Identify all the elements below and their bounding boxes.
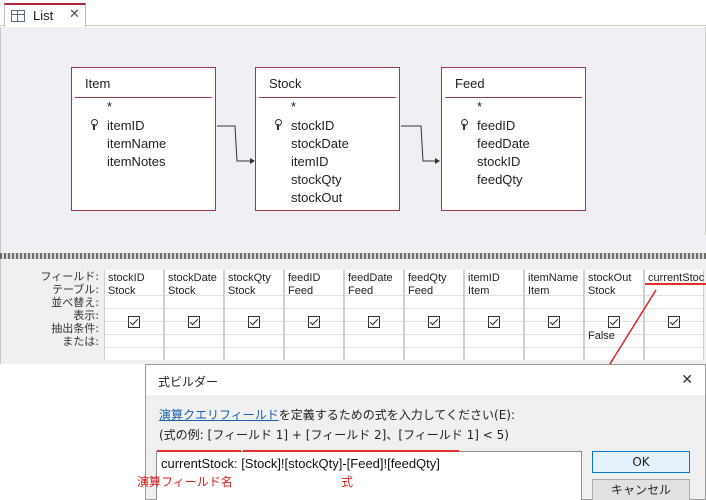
expression-text: currentStock: [Stock]![stockQty]-[Feed]!… (161, 456, 440, 471)
example-text: (式の例: [フィールド 1] + [フィールド 2]、[フィールド 1] < … (159, 428, 509, 442)
calculated-field-help-link[interactable]: 演算クエリフィールド (159, 408, 279, 422)
field-name-underline (157, 450, 241, 452)
annotation-field-name-label: 演算フィールド名 (137, 475, 233, 489)
annotation-expression-label: 式 (341, 475, 354, 489)
instruction-rest: を定義するための式を入力してください(E): (278, 408, 516, 422)
expression-underline (243, 450, 459, 452)
instruction-text: 演算クエリフィールドを定義するための式を入力してください(E): (159, 406, 515, 423)
dialog-title: 式ビルダー (158, 375, 219, 389)
ok-button[interactable]: OK (592, 451, 690, 473)
cancel-button[interactable]: キャンセル (592, 479, 690, 500)
close-icon[interactable]: ✕ (681, 372, 693, 388)
